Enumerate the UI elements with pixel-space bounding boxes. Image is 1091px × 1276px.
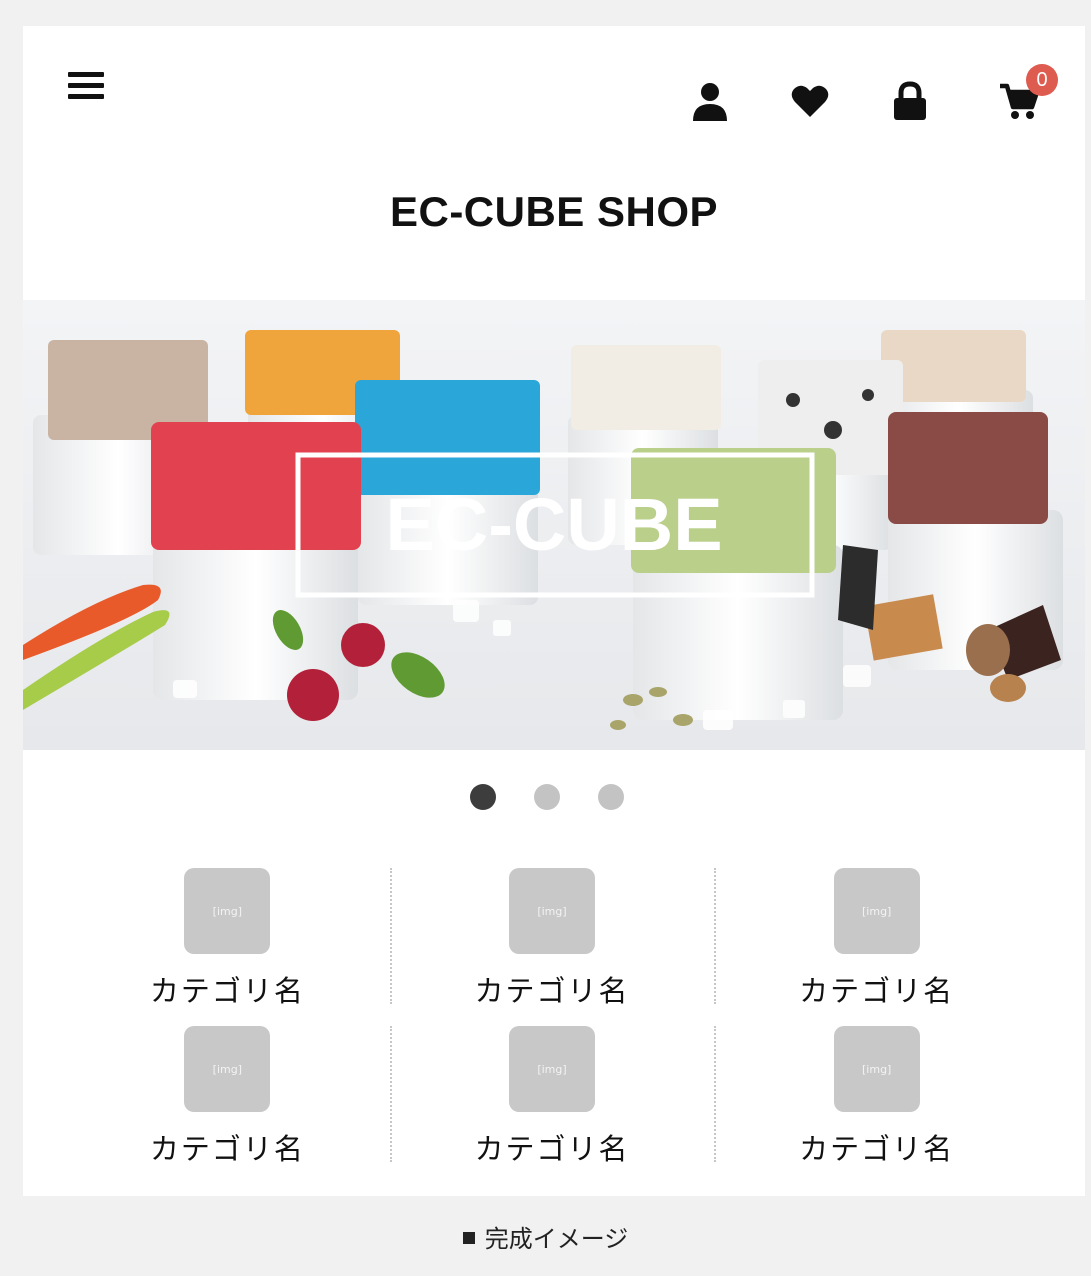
category-label: カテゴリ名 — [799, 1132, 955, 1166]
category-grid: [img] カテゴリ名 [img] カテゴリ名 [img] カテゴリ名 [img… — [65, 862, 1039, 1178]
category-label: カテゴリ名 — [149, 974, 305, 1008]
caption-text: 完成イメージ — [484, 1225, 629, 1253]
category-item[interactable]: [img] カテゴリ名 — [714, 1020, 1039, 1178]
category-item[interactable]: [img] カテゴリ名 — [65, 1020, 390, 1178]
favorite-button[interactable] — [790, 81, 834, 125]
category-item[interactable]: [img] カテゴリ名 — [389, 862, 715, 1020]
ice-cream-photo: EC-CUBE — [23, 300, 1085, 750]
category-item[interactable]: [img] カテゴリ名 — [389, 1020, 715, 1178]
slider-dots — [23, 784, 1085, 814]
lock-icon — [894, 81, 926, 120]
login-button[interactable] — [890, 81, 934, 125]
category-item[interactable]: [img] カテゴリ名 — [65, 862, 390, 1020]
cart-count-badge: 0 — [1026, 64, 1058, 96]
caption: 完成イメージ — [0, 1219, 1091, 1254]
heart-icon — [791, 85, 829, 117]
category-label: カテゴリ名 — [474, 974, 630, 1008]
category-label: カテゴリ名 — [799, 974, 955, 1008]
square-bullet-icon — [462, 1232, 475, 1244]
category-row: [img] カテゴリ名 [img] カテゴリ名 [img] カテゴリ名 — [65, 862, 1039, 1020]
cart-button[interactable]: 0 — [999, 64, 1058, 125]
hero-logo-text: EC-CUBE — [385, 483, 722, 566]
page-card: 0 EC-CUBE SHOP EC-CUBE [img] カテゴリ名 [img]… — [23, 26, 1085, 1196]
category-thumbnail: [img] — [509, 868, 595, 954]
slider-dot-2[interactable] — [534, 784, 560, 810]
hamburger-icon — [68, 72, 104, 99]
category-thumbnail: [img] — [184, 868, 271, 954]
category-label: カテゴリ名 — [474, 1132, 630, 1166]
category-thumbnail: [img] — [184, 1026, 271, 1112]
category-label: カテゴリ名 — [149, 1132, 305, 1166]
user-icon — [693, 83, 727, 121]
shop-title[interactable]: EC-CUBE SHOP — [23, 188, 1085, 236]
category-thumbnail: [img] — [833, 868, 920, 954]
category-item[interactable]: [img] カテゴリ名 — [714, 862, 1039, 1020]
category-thumbnail: [img] — [509, 1026, 595, 1112]
hero-slider-image[interactable]: EC-CUBE — [23, 300, 1085, 750]
mypage-button[interactable] — [690, 81, 734, 125]
slider-dot-1[interactable] — [470, 784, 496, 810]
category-row: [img] カテゴリ名 [img] カテゴリ名 [img] カテゴリ名 — [65, 1020, 1039, 1178]
slider-dot-3[interactable] — [598, 784, 624, 810]
category-thumbnail: [img] — [833, 1026, 920, 1112]
menu-button[interactable] — [68, 70, 108, 102]
